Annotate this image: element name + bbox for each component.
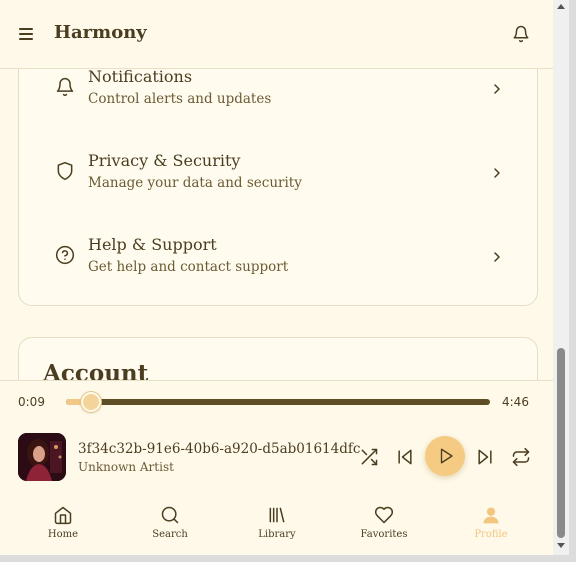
bell-icon xyxy=(56,77,74,97)
shuffle-icon[interactable] xyxy=(359,447,379,467)
heart-icon xyxy=(374,506,394,524)
app-title: Harmony xyxy=(54,22,147,43)
skip-forward-icon[interactable] xyxy=(475,447,495,467)
settings-item-title: Privacy & Security xyxy=(88,151,241,170)
album-art-image xyxy=(18,433,66,481)
chevron-right-icon xyxy=(494,84,500,94)
scrollbar-thumb[interactable] xyxy=(557,348,565,538)
play-button[interactable] xyxy=(425,436,465,476)
settings-item-subtitle: Control alerts and updates xyxy=(88,91,272,107)
settings-item-privacy[interactable]: Privacy & Security Manage your data and … xyxy=(19,151,537,221)
scroll-up-arrow-icon[interactable] xyxy=(557,4,565,9)
nav-label: Search xyxy=(152,529,188,540)
album-art xyxy=(18,433,66,481)
settings-scroll-area[interactable]: Notifications Control alerts and updates… xyxy=(0,68,553,380)
menu-icon[interactable] xyxy=(19,28,33,40)
play-icon xyxy=(440,448,453,464)
progress-slider[interactable] xyxy=(66,392,490,412)
app-window: Harmony Notifications Control alerts and… xyxy=(0,0,553,555)
settings-item-subtitle: Manage your data and security xyxy=(88,175,302,191)
bottom-navigation: Home Search Library Favorites Profile xyxy=(0,493,553,555)
settings-card: Notifications Control alerts and updates… xyxy=(18,68,538,306)
nav-label: Library xyxy=(258,529,296,540)
bell-icon[interactable] xyxy=(512,25,530,43)
profile-icon xyxy=(483,507,499,524)
shield-icon xyxy=(57,161,73,181)
settings-item-notifications[interactable]: Notifications Control alerts and updates xyxy=(19,68,537,137)
home-icon xyxy=(54,506,72,525)
nav-item-search[interactable]: Search xyxy=(130,505,210,540)
total-time: 4:46 xyxy=(502,395,529,409)
nav-item-library[interactable]: Library xyxy=(237,505,317,540)
repeat-icon[interactable] xyxy=(511,447,531,467)
progress-thumb[interactable] xyxy=(80,392,101,412)
page-scrollbar[interactable] xyxy=(553,0,569,555)
settings-item-title: Help & Support xyxy=(88,235,217,254)
song-title: 3f34c32b-91e6-40b6-a920-d5ab01614dfc xyxy=(78,441,361,457)
library-icon xyxy=(269,507,285,523)
nav-item-home[interactable]: Home xyxy=(23,505,103,540)
nav-label: Profile xyxy=(474,529,508,540)
nav-label: Home xyxy=(47,529,79,540)
search-icon xyxy=(161,506,179,524)
nav-item-profile[interactable]: Profile xyxy=(451,505,531,540)
scroll-down-arrow-icon[interactable] xyxy=(557,543,565,548)
top-bar: Harmony xyxy=(0,0,553,69)
chevron-right-icon xyxy=(494,252,500,262)
skip-back-icon[interactable] xyxy=(395,447,415,467)
song-artist: Unknown Artist xyxy=(78,460,174,474)
nav-label: Favorites xyxy=(360,529,408,540)
settings-item-title: Notifications xyxy=(88,68,193,86)
account-card: Account xyxy=(18,337,538,380)
current-time: 0:09 xyxy=(18,395,45,409)
nav-item-favorites[interactable]: Favorites xyxy=(344,505,424,540)
settings-item-help[interactable]: Help & Support Get help and contact supp… xyxy=(19,235,537,305)
settings-item-subtitle: Get help and contact support xyxy=(88,259,289,275)
chevron-right-icon xyxy=(494,168,500,178)
now-playing-bar: 0:09 4:46 3f34c32b-91e6-40b6-a920-d5ab01… xyxy=(0,380,553,494)
help-circle-icon xyxy=(55,245,75,265)
account-section-title: Account xyxy=(43,360,149,380)
